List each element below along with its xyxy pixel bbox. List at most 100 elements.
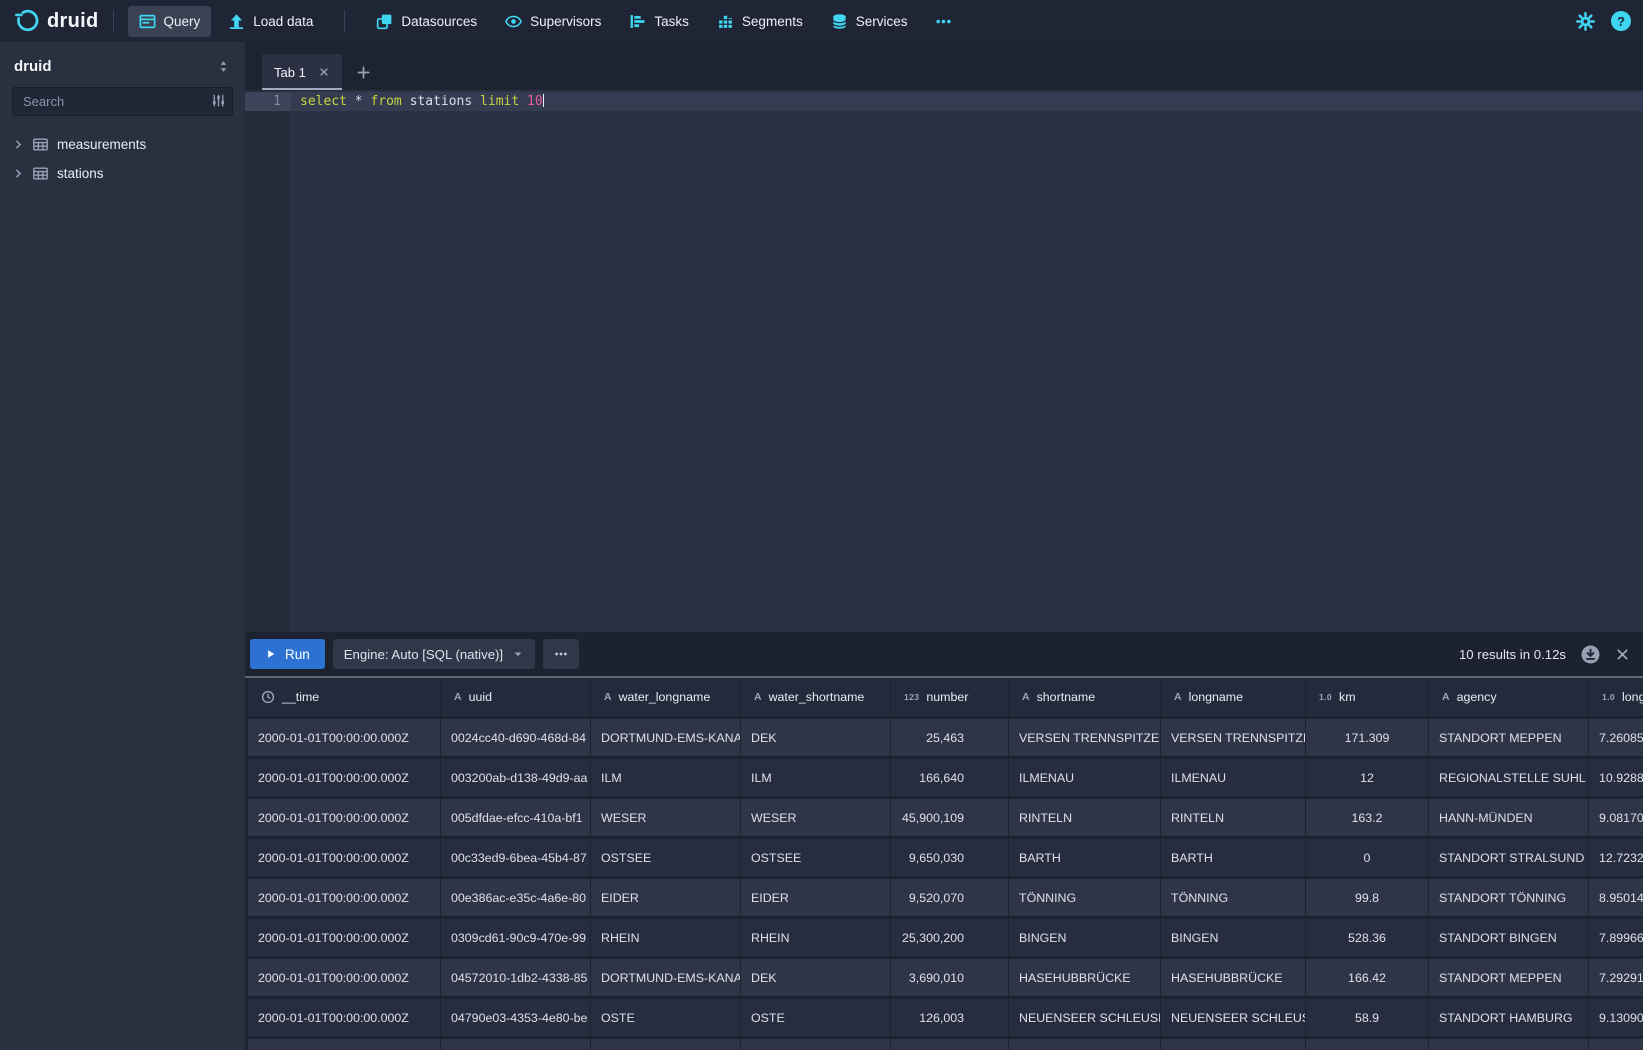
cell-__time[interactable]: 2000-01-01T00:00:00.000Z (248, 719, 441, 756)
cell-longitude[interactable]: 9.13090 (1589, 999, 1643, 1036)
cell-shortname[interactable] (1009, 1039, 1161, 1050)
cell-water_longname[interactable]: EIDER (591, 879, 741, 916)
cell-km[interactable]: 163.2 (1306, 799, 1429, 836)
cell-longname[interactable]: TÖNNING (1161, 879, 1306, 916)
cell-uuid[interactable] (441, 1039, 591, 1050)
cell-__time[interactable]: 2000-01-01T00:00:00.000Z (248, 999, 441, 1036)
cell-uuid[interactable]: 005dfdae-efcc-410a-bf1 (441, 799, 591, 836)
cell-number[interactable]: 126,003 (891, 999, 1009, 1036)
cell-uuid[interactable]: 0024cc40-d690-468d-84 (441, 719, 591, 756)
column-header-water_shortname[interactable]: Awater_shortname (741, 678, 891, 716)
cell-agency[interactable]: STANDORT STRALSUND (1429, 839, 1589, 876)
cell-longitude[interactable]: 7.260856 (1589, 719, 1643, 756)
sql-editor[interactable]: 1 select * from stations limit 10 (245, 90, 1643, 632)
cell-water_shortname[interactable]: WESER (741, 799, 891, 836)
cell-number[interactable]: 25,300,200 (891, 919, 1009, 956)
cell-km[interactable]: 528.36 (1306, 919, 1429, 956)
nav-more[interactable] (924, 6, 963, 37)
cell-agency[interactable] (1429, 1039, 1589, 1050)
cell-uuid[interactable]: 04572010-1db2-4338-85 (441, 959, 591, 996)
cell-agency[interactable]: REGIONALSTELLE SUHL (1429, 759, 1589, 796)
cell-km[interactable] (1306, 1039, 1429, 1050)
close-results-icon[interactable] (1615, 647, 1630, 662)
cell-__time[interactable]: 2000-01-01T00:00:00.000Z (248, 759, 441, 796)
cell-longitude[interactable] (1589, 1039, 1643, 1050)
column-header-__time[interactable]: __time (248, 678, 441, 716)
cell-__time[interactable]: 2000-01-01T00:00:00.000Z (248, 959, 441, 996)
help-icon[interactable]: ? (1611, 11, 1631, 31)
cell-km[interactable]: 0 (1306, 839, 1429, 876)
cell-number[interactable]: 45,900,109 (891, 799, 1009, 836)
cell-water_shortname[interactable]: OSTE (741, 999, 891, 1036)
cell-agency[interactable]: STANDORT BINGEN (1429, 919, 1589, 956)
cell-shortname[interactable]: BARTH (1009, 839, 1161, 876)
cell-longitude[interactable]: 10.928843 (1589, 759, 1643, 796)
cell-shortname[interactable]: NEUENSEER SCHLEUSEN (1009, 999, 1161, 1036)
nav-datasources[interactable]: Datasources (365, 6, 488, 37)
cell-__time[interactable] (248, 1039, 441, 1050)
cell-water_shortname[interactable]: RHEIN (741, 919, 891, 956)
download-results-icon[interactable] (1581, 645, 1600, 664)
new-tab-button[interactable] (356, 54, 371, 90)
nav-services[interactable]: Services (820, 6, 919, 37)
cell-water_longname[interactable]: RHEIN (591, 919, 741, 956)
tab-close-icon[interactable] (318, 66, 330, 78)
engine-select[interactable]: Engine: Auto [SQL (native)] (333, 639, 535, 669)
cell-uuid[interactable]: 003200ab-d138-49d9-aa (441, 759, 591, 796)
cell-km[interactable]: 99.8 (1306, 879, 1429, 916)
cell-water_shortname[interactable]: DEK (741, 959, 891, 996)
column-header-uuid[interactable]: Auuid (441, 678, 591, 716)
cell-km[interactable]: 166.42 (1306, 959, 1429, 996)
column-header-number[interactable]: 123number (891, 678, 1009, 716)
nav-supervisors[interactable]: Supervisors (494, 6, 612, 37)
column-header-agency[interactable]: Aagency (1429, 678, 1589, 716)
cell-shortname[interactable]: HASEHUBBRÜCKE (1009, 959, 1161, 996)
cell-longname[interactable]: RINTELN (1161, 799, 1306, 836)
cell-longname[interactable]: ILMENAU (1161, 759, 1306, 796)
cell-longitude[interactable]: 8.950149 (1589, 879, 1643, 916)
cell-longitude[interactable]: 9.081704 (1589, 799, 1643, 836)
cell-water_longname[interactable] (591, 1039, 741, 1050)
cell-__time[interactable]: 2000-01-01T00:00:00.000Z (248, 879, 441, 916)
cell-longitude[interactable]: 12.723220 (1589, 839, 1643, 876)
cell-water_shortname[interactable] (741, 1039, 891, 1050)
cell-longname[interactable]: HASEHUBBRÜCKE (1161, 959, 1306, 996)
search-input[interactable] (12, 87, 233, 116)
cell-number[interactable]: 3,690,010 (891, 959, 1009, 996)
cell-uuid[interactable]: 00c33ed9-6bea-45b4-87 (441, 839, 591, 876)
cell-longitude[interactable]: 7.899667 (1589, 919, 1643, 956)
cell-__time[interactable]: 2000-01-01T00:00:00.000Z (248, 919, 441, 956)
cell-agency[interactable]: STANDORT HAMBURG (1429, 999, 1589, 1036)
column-header-km[interactable]: 1.0km (1306, 678, 1429, 716)
column-header-longitude[interactable]: 1.0longitude (1589, 678, 1643, 716)
cell-water_longname[interactable]: DORTMUND-EMS-KANA (591, 959, 741, 996)
schema-selector[interactable]: druid (0, 42, 245, 87)
column-header-water_longname[interactable]: Awater_longname (591, 678, 741, 716)
cell-water_shortname[interactable]: OSTSEE (741, 839, 891, 876)
cell-__time[interactable]: 2000-01-01T00:00:00.000Z (248, 839, 441, 876)
column-header-longname[interactable]: Alongname (1161, 678, 1306, 716)
cell-number[interactable]: 25,463 (891, 719, 1009, 756)
column-header-shortname[interactable]: Ashortname (1009, 678, 1161, 716)
cell-number[interactable]: 9,650,030 (891, 839, 1009, 876)
cell-shortname[interactable]: ILMENAU (1009, 759, 1161, 796)
cell-shortname[interactable]: BINGEN (1009, 919, 1161, 956)
cell-water_shortname[interactable]: ILM (741, 759, 891, 796)
cell-shortname[interactable]: RINTELN (1009, 799, 1161, 836)
query-more-button[interactable] (543, 639, 579, 669)
cell-uuid[interactable]: 00e386ac-e35c-4a6e-80 (441, 879, 591, 916)
nav-segments[interactable]: Segments (706, 6, 814, 37)
nav-tasks[interactable]: Tasks (618, 6, 700, 37)
tree-item-stations[interactable]: stations (0, 159, 245, 188)
nav-query[interactable]: Query (128, 6, 212, 37)
cell-water_longname[interactable]: ILM (591, 759, 741, 796)
cell-number[interactable]: 166,640 (891, 759, 1009, 796)
cell-agency[interactable]: STANDORT MEPPEN (1429, 959, 1589, 996)
cell-shortname[interactable]: VERSEN TRENNSPITZE (1009, 719, 1161, 756)
cell-uuid[interactable]: 0309cd61-90c9-470e-99 (441, 919, 591, 956)
tree-item-measurements[interactable]: measurements (0, 130, 245, 159)
cell-water_longname[interactable]: OSTE (591, 999, 741, 1036)
cell-water_shortname[interactable]: DEK (741, 719, 891, 756)
cell-water_longname[interactable]: WESER (591, 799, 741, 836)
cell-agency[interactable]: STANDORT MEPPEN (1429, 719, 1589, 756)
